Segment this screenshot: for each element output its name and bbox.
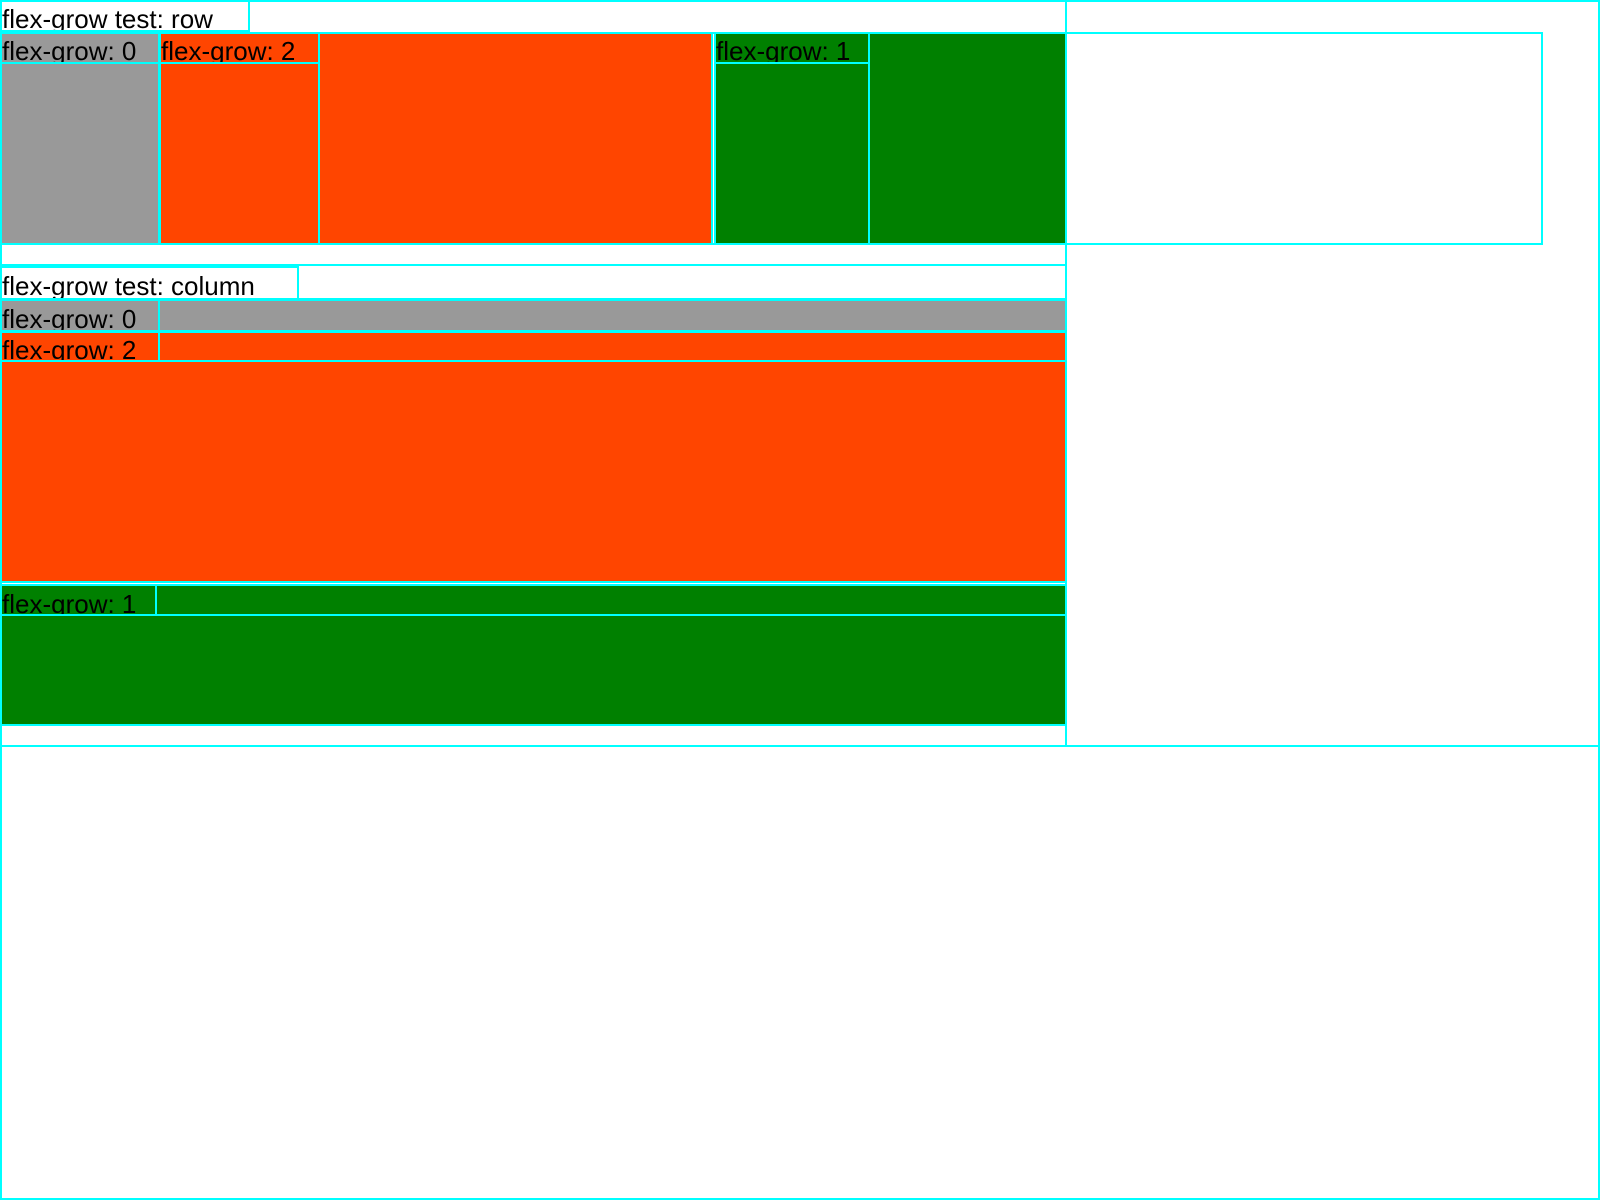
column-test-title: flex-grow test: column [0, 266, 299, 300]
row-item-flex-grow-0-label: flex-grow: 0 [0, 32, 160, 64]
column-item-flex-grow-0-label: flex-grow: 0 [0, 299, 160, 332]
column-item-flex-grow-1-grow-area [0, 614, 1067, 726]
page: flex-grow test: row flex-grow: 0 flex-gr… [0, 0, 1600, 1200]
column-item-flex-grow-2 [0, 331, 1067, 362]
row-item-flex-grow-2-grow-area [318, 32, 713, 245]
row-item-flex-grow-2-label: flex-grow: 2 [159, 32, 320, 64]
column-item-flex-grow-2-label: flex-grow: 2 [0, 331, 160, 362]
row-item-flex-grow-1-grow-area [868, 32, 1067, 245]
row-item-flex-grow-1-label: flex-grow: 1 [714, 32, 870, 64]
row-item-flex-grow-1-content [714, 62, 870, 245]
row-section-bottom-strip [0, 243, 1067, 266]
column-item-flex-grow-0 [0, 299, 1067, 332]
column-item-flex-grow-1 [0, 584, 1067, 617]
column-section-bottom-strip [0, 724, 1067, 747]
column-item-flex-grow-2-grow-area [0, 360, 1067, 583]
column-item-flex-grow-1-label: flex-grow: 1 [0, 584, 157, 617]
page-bottom-container [0, 745, 1600, 1200]
row-test-title: flex-grow test: row [0, 0, 250, 32]
